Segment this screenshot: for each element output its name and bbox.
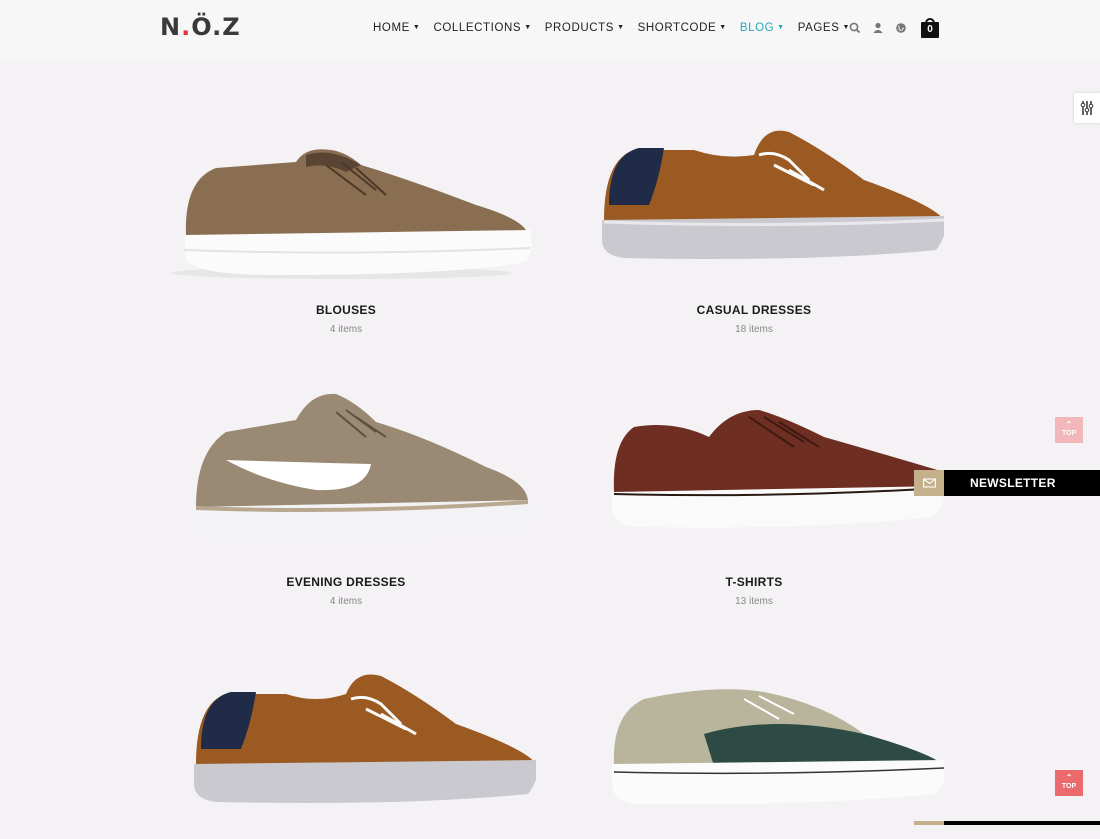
nav-item-products[interactable]: PRODUCTS ▼ xyxy=(545,22,625,34)
logo-letter: .Z xyxy=(212,13,241,41)
user-icon[interactable] xyxy=(871,21,885,35)
nav-item-shortcode[interactable]: SHORTCODE ▼ xyxy=(638,22,727,34)
bottom-tab-accent xyxy=(914,821,944,825)
chevron-down-icon: ▼ xyxy=(412,24,421,31)
nav-item-pages[interactable]: PAGES ▼ xyxy=(798,22,850,34)
collection-count: 18 items xyxy=(735,324,773,335)
nav-label: HOME xyxy=(373,22,410,34)
arrow-up-icon: ⌃ xyxy=(1065,773,1073,782)
logo-letter: N xyxy=(160,13,182,41)
nav-label: PRODUCTS xyxy=(544,22,615,34)
cart-button[interactable]: 0 xyxy=(921,18,939,38)
collection-card[interactable]: BLOUSES 4 items xyxy=(142,110,550,335)
nav-item-collections[interactable]: COLLECTIONS ▼ xyxy=(433,22,531,34)
nav-label: BLOG xyxy=(739,22,775,34)
back-to-top-button[interactable]: ⌃ TOP xyxy=(1055,417,1083,443)
globe-icon[interactable] xyxy=(894,21,908,35)
cart-count: 0 xyxy=(927,24,933,35)
chevron-down-icon: ▼ xyxy=(777,24,785,31)
chevron-down-icon: ▼ xyxy=(524,24,532,31)
nav-item-home[interactable]: HOME ▼ xyxy=(373,22,420,34)
main-nav: HOME ▼ COLLECTIONS ▼ PRODUCTS ▼ SHORTCODE ▼ … xyxy=(373,22,863,34)
product-image[interactable] xyxy=(564,382,945,562)
arrow-up-icon: ⌃ xyxy=(1065,420,1073,429)
collection-title[interactable]: T-SHIRTS xyxy=(550,575,958,589)
product-image[interactable] xyxy=(564,110,947,290)
chevron-down-icon: ▼ xyxy=(617,24,625,31)
logo-dot: . xyxy=(181,13,192,41)
nav-label: PAGES xyxy=(797,22,840,34)
collection-count: 13 items xyxy=(735,596,773,607)
settings-tab[interactable] xyxy=(1074,93,1100,123)
collection-title[interactable]: BLOUSES xyxy=(142,303,550,317)
collection-title[interactable]: EVENING DRESSES xyxy=(142,575,550,589)
product-image[interactable] xyxy=(156,382,536,562)
site-header: N.Ö.Z HOME ▼ COLLECTIONS ▼ PRODUCTS ▼ SHORT… xyxy=(0,0,1100,60)
nav-item-blog[interactable]: BLOG ▼ xyxy=(740,22,785,34)
collection-card[interactable] xyxy=(550,654,958,839)
collection-card[interactable]: T-SHIRTS 13 items xyxy=(550,382,958,607)
newsletter-label: NEWSLETTER xyxy=(970,476,1056,490)
search-icon[interactable] xyxy=(848,21,862,35)
collection-count: 4 items xyxy=(329,324,363,335)
collection-card[interactable]: CASUAL DRESSES 18 items xyxy=(550,110,958,335)
product-image[interactable] xyxy=(156,654,539,834)
chevron-down-icon: ▼ xyxy=(719,24,727,31)
product-image[interactable] xyxy=(564,654,945,834)
newsletter-tab[interactable]: NEWSLETTER xyxy=(914,470,1100,496)
envelope-icon xyxy=(914,470,944,496)
nav-label: SHORTCODE xyxy=(637,22,717,34)
nav-label: COLLECTIONS xyxy=(433,22,522,34)
sliders-icon xyxy=(1080,101,1094,115)
header-icons: 0 xyxy=(848,18,939,38)
top-label: TOP xyxy=(1061,430,1077,437)
product-image[interactable] xyxy=(156,110,536,290)
back-to-top-button[interactable]: ⌃ TOP xyxy=(1055,770,1083,796)
top-label: TOP xyxy=(1061,783,1077,790)
bottom-tab-edge xyxy=(914,821,1100,825)
collection-title[interactable]: CASUAL DRESSES xyxy=(550,303,958,317)
collection-card[interactable]: EVENING DRESSES 4 items xyxy=(142,382,550,607)
logo-letter: Ö xyxy=(191,13,213,41)
collection-count: 4 items xyxy=(329,596,363,607)
collection-card[interactable] xyxy=(142,654,550,839)
site-logo[interactable]: N.Ö.Z xyxy=(160,14,241,40)
